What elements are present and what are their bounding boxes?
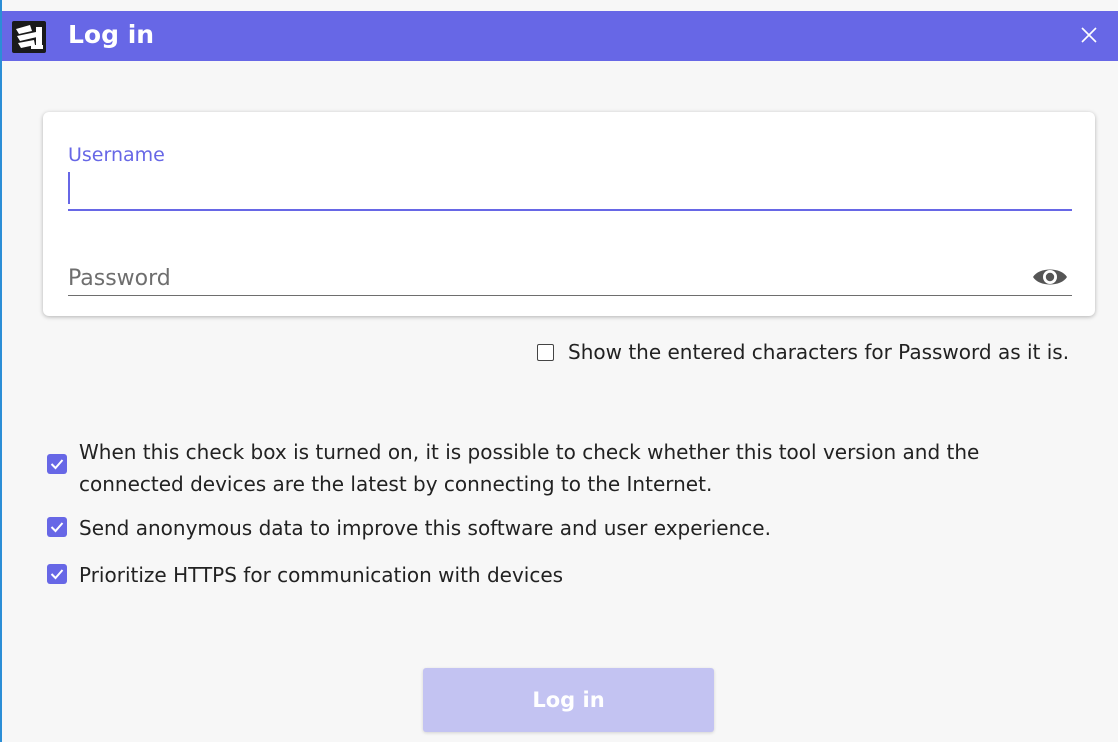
password-underline [68,295,1072,296]
close-icon[interactable] [1078,24,1100,46]
eye-icon[interactable] [1031,264,1069,290]
username-input[interactable] [68,170,1072,208]
username-underline [68,209,1072,211]
https-label: Prioritize HTTPS for communication with … [79,563,564,587]
login-dialog: Log in Username Show the entered charact… [0,0,1118,742]
update-check-label: When this check box is turned on, it is … [79,440,980,496]
title-bar: Log in [2,11,1118,61]
checkmark-icon [50,569,64,580]
login-button[interactable]: Log in [423,668,714,732]
window-title: Log in [68,20,155,49]
show-password-label: Show the entered characters for Password… [568,340,1070,364]
https-checkbox[interactable] [47,564,67,584]
show-password-option[interactable]: Show the entered characters for Password… [537,339,1069,365]
checkmark-icon [50,522,64,533]
password-input[interactable] [68,260,1018,296]
app-logo-icon [12,21,46,53]
anonymous-data-label: Send anonymous data to improve this soft… [79,516,771,540]
anonymous-data-checkbox[interactable] [47,517,67,537]
show-password-checkbox[interactable] [537,343,554,361]
checkmark-icon [50,459,64,470]
username-label: Username [68,144,165,166]
update-check-option[interactable]: When this check box is turned on, it is … [47,436,1059,500]
update-check-checkbox[interactable] [47,454,67,474]
anonymous-data-option[interactable]: Send anonymous data to improve this soft… [47,512,1059,544]
https-option[interactable]: Prioritize HTTPS for communication with … [47,559,1059,591]
credentials-card: Username [43,112,1095,316]
